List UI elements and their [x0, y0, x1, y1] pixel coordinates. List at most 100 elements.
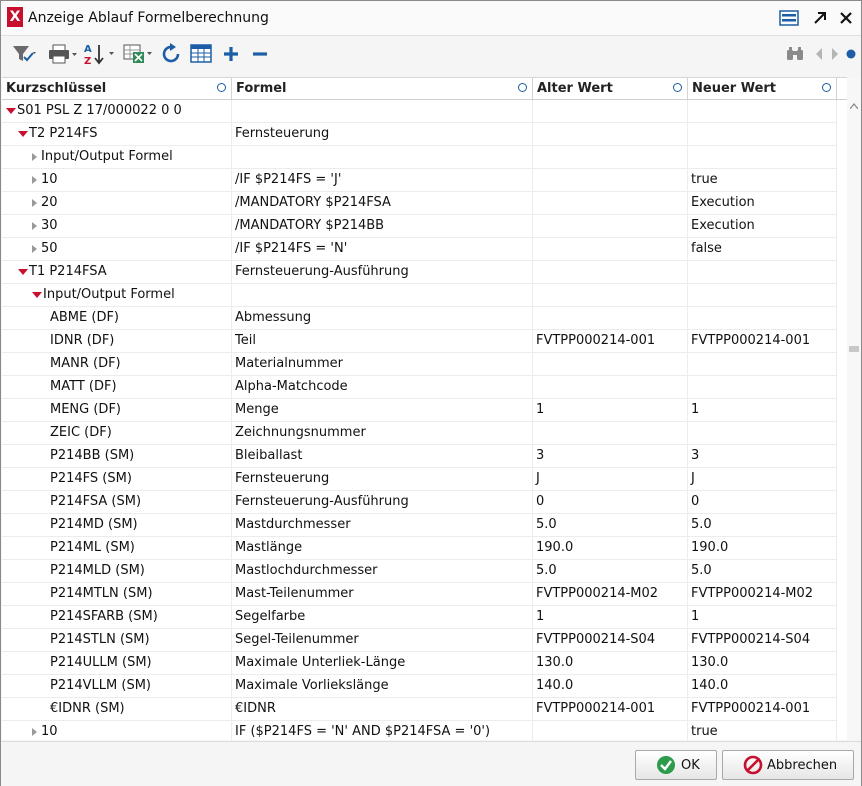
cell-new-value: 1: [688, 399, 837, 421]
table-row[interactable]: P214SFARB (SM) Segelfarbe 1 1: [2, 606, 837, 629]
cell-key-text: 10: [41, 172, 58, 187]
table-row[interactable]: T2 P214FS Fernsteuerung: [2, 123, 837, 146]
prev-button[interactable]: [813, 42, 825, 66]
export-button[interactable]: [122, 42, 156, 66]
table-row[interactable]: P214STLN (SM) Segel-Teilenummer FVTPP00021…: [2, 629, 837, 652]
cell-formula: Fernsteuerung-Ausführung: [232, 261, 533, 283]
collapse-triangle-icon[interactable]: [18, 268, 28, 275]
add-button[interactable]: [221, 42, 241, 66]
cell-formula: /MANDATORY $P214FSA: [232, 192, 533, 214]
cell-old-value: 1: [533, 606, 688, 628]
column-option-icon[interactable]: [822, 83, 831, 92]
scroll-grip-icon[interactable]: [849, 346, 859, 352]
cell-formula: Abmessung: [232, 307, 533, 329]
filter-icon: [13, 46, 36, 62]
cell-new-value: 0: [688, 491, 837, 513]
cell-new-value: [688, 284, 837, 306]
sort-button[interactable]: AZ: [83, 42, 117, 66]
expand-triangle-icon[interactable]: [32, 152, 37, 161]
column-header-old-value[interactable]: Alter Wert: [533, 78, 688, 99]
prev-icon: [816, 48, 822, 60]
cell-old-value: [533, 284, 688, 306]
search-button[interactable]: [785, 42, 805, 66]
table-row[interactable]: Input/Output Formel: [2, 146, 837, 169]
cell-new-value: [688, 146, 837, 168]
table-row[interactable]: 50/IF $P214FS = 'N' false: [2, 238, 837, 261]
grid-header: Kurzschlüssel Formel Alter Wert Neuer We…: [2, 78, 847, 100]
table-row[interactable]: P214VLLM (SM) Maximale Vorliekslänge 140.0…: [2, 675, 837, 698]
table-row[interactable]: P214MD (SM) Mastdurchmesser 5.0 5.0: [2, 514, 837, 537]
status-dot: [845, 42, 857, 66]
filter-button[interactable]: [11, 42, 39, 66]
expand-arrow-icon[interactable]: [809, 8, 831, 28]
cell-new-value: 5.0: [688, 514, 837, 536]
table-row[interactable]: MANR (DF) Materialnummer: [2, 353, 837, 376]
cancel-button[interactable]: Abbrechen: [722, 750, 854, 780]
cell-old-value: 5.0: [533, 560, 688, 582]
cell-key: 50: [2, 238, 232, 260]
dialog-footer: OK Abbrechen: [1, 741, 861, 786]
scroll-up-icon[interactable]: [850, 103, 858, 109]
column-option-icon[interactable]: [217, 83, 226, 92]
expand-triangle-icon[interactable]: [32, 727, 37, 736]
expand-triangle-icon[interactable]: [32, 175, 37, 184]
cell-key: 10: [2, 721, 232, 743]
column-header-formula[interactable]: Formel: [232, 78, 533, 99]
column-option-icon[interactable]: [673, 83, 682, 92]
table-row[interactable]: P214FS (SM) Fernsteuerung J J: [2, 468, 837, 491]
table-row[interactable]: 20/MANDATORY $P214FSA Execution: [2, 192, 837, 215]
cell-old-value: [533, 192, 688, 214]
remove-button[interactable]: [250, 42, 270, 66]
expand-triangle-icon[interactable]: [32, 244, 37, 253]
cell-key: IDNR (DF): [2, 330, 232, 352]
table-row[interactable]: MATT (DF) Alpha-Matchcode: [2, 376, 837, 399]
table-row[interactable]: IDNR (DF) Teil FVTPP000214-001 FVTPP000214-…: [2, 330, 837, 353]
table-row[interactable]: €IDNR (SM) €IDNR FVTPP000214-001 FVTPP00021…: [2, 698, 837, 721]
expand-triangle-icon[interactable]: [32, 198, 37, 207]
column-header-key-label: Kurzschlüssel: [6, 81, 107, 96]
cell-old-value: J: [533, 468, 688, 490]
cell-key: P214ULLM (SM): [2, 652, 232, 674]
cell-new-value: false: [688, 238, 837, 260]
table-row[interactable]: MENG (DF) Menge 1 1: [2, 399, 837, 422]
refresh-button[interactable]: [159, 42, 183, 66]
collapse-triangle-icon[interactable]: [32, 291, 42, 298]
column-header-key[interactable]: Kurzschlüssel: [2, 78, 232, 99]
next-button[interactable]: [829, 42, 841, 66]
table-row[interactable]: P214ULLM (SM) Maximale Unterliek-Länge 130…: [2, 652, 837, 675]
table-row[interactable]: Input/Output Formel: [2, 284, 837, 307]
table-row[interactable]: S01 PSL Z 17/000022 0 0: [2, 100, 837, 123]
table-row[interactable]: P214FSA (SM) Fernsteuerung-Ausführung 0 0: [2, 491, 837, 514]
table-row[interactable]: P214MTLN (SM) Mast-Teilenummer FVTPP000214…: [2, 583, 837, 606]
cell-key: 30: [2, 215, 232, 237]
cell-new-value: [688, 353, 837, 375]
close-icon[interactable]: [835, 8, 857, 28]
print-button[interactable]: [47, 42, 79, 66]
table-row[interactable]: ABME (DF) Abmessung: [2, 307, 837, 330]
table-row[interactable]: 10/IF $P214FS = 'J' true: [2, 169, 837, 192]
cell-key: Input/Output Formel: [2, 284, 232, 306]
table-row[interactable]: T1 P214FSA Fernsteuerung-Ausführung: [2, 261, 837, 284]
table-row[interactable]: P214ML (SM) Mastlänge 190.0 190.0: [2, 537, 837, 560]
layout-icon[interactable]: [778, 8, 800, 28]
app-logo-icon: X: [7, 7, 23, 27]
cell-key: P214SFARB (SM): [2, 606, 232, 628]
cell-formula: Menge: [232, 399, 533, 421]
table-row[interactable]: ZEIC (DF) Zeichnungsnummer: [2, 422, 837, 445]
table-row[interactable]: 30/MANDATORY $P214BB Execution: [2, 215, 837, 238]
vertical-scrollbar[interactable]: [847, 78, 861, 739]
collapse-triangle-icon[interactable]: [18, 130, 28, 137]
cell-old-value: [533, 261, 688, 283]
collapse-triangle-icon[interactable]: [6, 107, 16, 114]
cell-key-text: €IDNR (SM): [50, 701, 125, 716]
table-row[interactable]: P214MLD (SM) Mastlochdurchmesser 5.0 5.0: [2, 560, 837, 583]
expand-triangle-icon[interactable]: [32, 221, 37, 230]
cell-old-value: [533, 169, 688, 191]
column-header-new-value[interactable]: Neuer Wert: [688, 78, 837, 99]
dialog-window: X Anzeige Ablauf Formelberechnung AZ Kur…: [0, 0, 862, 786]
column-option-icon[interactable]: [518, 83, 527, 92]
cell-key-text: P214MLD (SM): [50, 563, 145, 578]
table-button[interactable]: [190, 42, 212, 66]
table-row[interactable]: P214BB (SM) Bleiballast 3 3: [2, 445, 837, 468]
ok-button[interactable]: OK: [635, 750, 717, 780]
